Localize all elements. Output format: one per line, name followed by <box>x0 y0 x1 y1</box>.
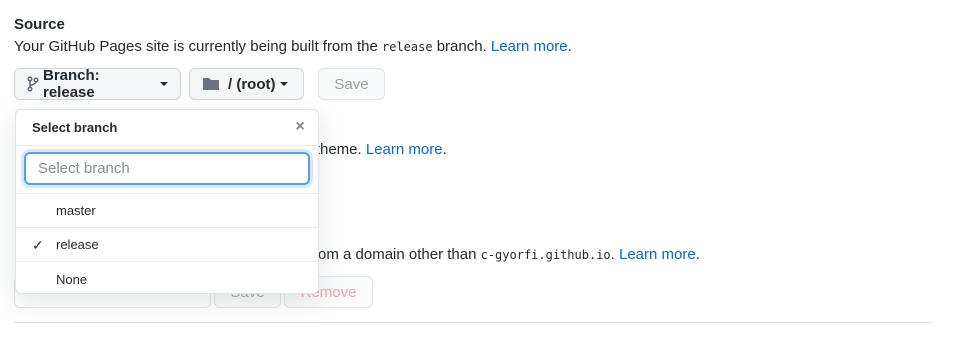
source-learn-more-link[interactable]: Learn more <box>491 38 568 55</box>
branch-filter-input[interactable] <box>24 152 310 185</box>
source-save-button[interactable]: Save <box>318 68 385 100</box>
custom-domain-text-partial: rom a domain other than <box>313 246 481 263</box>
caret-down-icon <box>280 82 289 86</box>
source-period: . <box>567 38 572 55</box>
theme-learn-more-link[interactable]: Learn more <box>366 141 443 158</box>
branch-menu-item-label: None <box>56 271 88 287</box>
branch-menu-item-none[interactable]: None <box>16 262 318 293</box>
custom-domain-learn-more-link[interactable]: Learn more <box>619 246 696 263</box>
branch-menu-header: Select branch × <box>16 110 318 146</box>
source-heading: Source <box>14 16 65 33</box>
theme-period: . <box>442 141 447 158</box>
close-icon[interactable]: × <box>292 119 308 135</box>
branch-menu-item-master[interactable]: master <box>16 194 318 228</box>
section-divider <box>14 322 932 323</box>
custom-domain-period: . <box>695 246 700 263</box>
caret-down-icon <box>160 82 168 86</box>
source-description: Your GitHub Pages site is currently bein… <box>14 38 572 55</box>
folder-icon <box>202 77 220 91</box>
source-desc-prefix: Your GitHub Pages site is currently bein… <box>14 38 382 55</box>
branch-select-button[interactable]: Branch: release <box>14 67 181 101</box>
custom-domain-text-after: . <box>610 246 619 263</box>
folder-select-label: / (root) <box>228 75 276 93</box>
branch-select-menu: Select branch × master ✓ release None <box>15 109 319 294</box>
folder-select-button[interactable]: / (root) <box>189 68 304 100</box>
custom-domain-description: rom a domain other than c-gyorfi.github.… <box>313 246 700 263</box>
check-icon: ✓ <box>32 237 44 253</box>
theme-description: ll theme. Learn more. <box>305 141 447 158</box>
branch-menu-item-label: master <box>56 203 96 218</box>
source-branch-code: release <box>381 40 433 54</box>
git-branch-icon <box>27 76 39 92</box>
custom-domain-code: c-gyorfi.github.io <box>480 248 611 262</box>
branch-menu-item-label: release <box>56 237 99 252</box>
branch-filter-container <box>16 146 318 194</box>
branch-menu-item-release[interactable]: ✓ release <box>16 228 318 262</box>
branch-select-label: Branch: release <box>43 67 100 101</box>
branch-menu-title: Select branch <box>32 120 118 135</box>
source-desc-suffix: branch. <box>432 38 491 55</box>
